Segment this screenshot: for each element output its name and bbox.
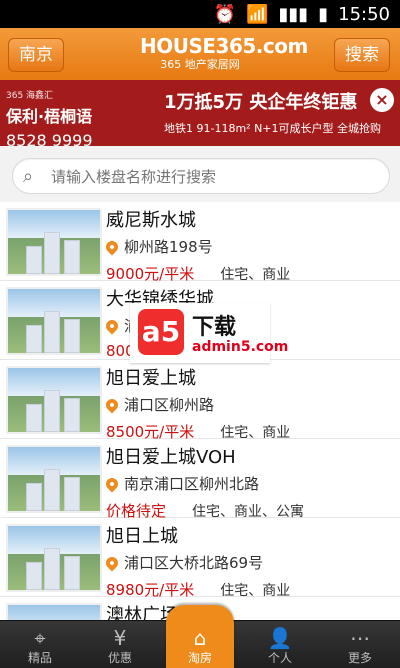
listing-content: 澳林广场: [106, 601, 390, 620]
time-text: 15:50: [338, 4, 390, 25]
listing-address-row: 浦口区柳州路: [103, 394, 390, 415]
banner-phone: 8528 9999: [6, 131, 93, 146]
banner-tiny: 365 海鑫汇: [6, 91, 54, 101]
building-shape: [44, 232, 60, 274]
tab-jingpin[interactable]: ⌖ 精品: [0, 621, 80, 668]
watermark: a5 下载 admin5.com: [130, 303, 288, 363]
listing-title: 旭日爱上城VOH: [106, 447, 236, 468]
building-shape: [26, 246, 42, 274]
more-icon: ⋯: [350, 626, 370, 650]
building-shape: [26, 404, 42, 432]
building-shape: [26, 325, 42, 353]
tab-taofang[interactable]: ⌂ 淘房: [160, 605, 240, 668]
tab-geren[interactable]: 👤 个人: [240, 621, 320, 668]
watermark-logo: a5: [138, 309, 184, 355]
battery-icon: ▮: [318, 4, 329, 25]
tab-youhui[interactable]: ¥ 优惠: [80, 621, 160, 668]
status-bar: ⏰ 📶 ▮▮▮ ▮ 15:50: [0, 0, 400, 28]
search-icon: ⌕: [23, 166, 34, 187]
location-pin-icon: [103, 396, 121, 413]
close-icon[interactable]: ×: [370, 88, 394, 112]
building-shape: [64, 319, 80, 353]
target-icon: ⌖: [34, 626, 46, 650]
building-shape: [26, 562, 42, 590]
list-item[interactable]: 旭日上城 浦口区大桥北路69号 8980元/平米 住宅、商业: [0, 518, 400, 600]
money-bag-icon: ¥: [113, 626, 127, 650]
person-icon: 👤: [267, 626, 293, 650]
tab-label: 淘房: [187, 651, 212, 665]
listing-thumbnail: [6, 603, 102, 620]
listing-address: 南京浦口区柳州北路: [124, 475, 260, 493]
listing-address: 浦口区柳州路: [124, 396, 215, 414]
city-button[interactable]: 南京: [8, 38, 64, 72]
signal-icon: ▮▮▮: [278, 4, 309, 25]
banner-headline: 1万抵5万 央企年终钜惠: [164, 92, 358, 113]
listing-title: 旭日爱上城: [106, 368, 196, 389]
alarm-icon: ⏰: [213, 4, 237, 25]
listing-thumbnail: [6, 287, 102, 355]
brand-name: HOUSE365.com: [140, 34, 308, 58]
building-shape: [44, 390, 60, 432]
listing-title: 威尼斯水城: [106, 210, 196, 231]
tab-label: 个人: [267, 651, 292, 665]
listing-title: 旭日上城: [106, 526, 178, 547]
brand-logo: HOUSE365.com 365 地产家居网: [140, 34, 308, 72]
house-search-icon: ⌂: [193, 626, 207, 650]
banner-right: 1万抵5万 央企年终钜惠 地铁1 91-118m² N+1可成长户型 全城抢购: [164, 88, 381, 136]
listing-title: 澳林广场: [106, 605, 178, 620]
listing-address: 柳州路198号: [124, 238, 213, 256]
listing-address-row: 南京浦口区柳州北路: [103, 473, 390, 494]
sky-shape: [8, 605, 100, 620]
listing-content: 旭日爱上城 浦口区柳州路 8500元/平米 住宅、商业: [103, 364, 390, 442]
tab-label: 更多: [347, 651, 372, 665]
search-input[interactable]: [49, 165, 373, 189]
location-pin-icon: [103, 554, 121, 571]
wifi-icon: 📶: [246, 4, 269, 25]
tab-gengduo[interactable]: ⋯ 更多: [320, 621, 400, 668]
banner-brand: 保利·梧桐语: [6, 107, 93, 126]
location-pin-icon: [103, 475, 121, 492]
building-shape: [64, 477, 80, 511]
listing-thumbnail: [6, 445, 102, 513]
building-shape: [64, 398, 80, 432]
listing-content: 旭日上城 浦口区大桥北路69号 8980元/平米 住宅、商业: [103, 522, 390, 600]
search-box: ⌕: [12, 158, 390, 194]
building-shape: [44, 311, 60, 353]
building-shape: [44, 548, 60, 590]
building-shape: [64, 556, 80, 590]
watermark-title: 下载: [192, 315, 237, 340]
location-pin-icon: [103, 238, 121, 255]
watermark-url: admin5.com: [192, 339, 289, 355]
promo-banner[interactable]: 365 海鑫汇 保利·梧桐语 8528 9999 1万抵5万 央企年终钜惠 地铁…: [0, 80, 400, 146]
list-item[interactable]: 旭日爱上城VOH 南京浦口区柳州北路 价格待定 住宅、商业、公寓: [0, 439, 400, 521]
listing-address-row: 柳州路198号: [103, 236, 390, 257]
top-bar: 南京 HOUSE365.com 365 地产家居网 搜索: [0, 28, 400, 80]
listing-content: 威尼斯水城 柳州路198号 9000元/平米 住宅、商业: [103, 206, 390, 284]
search-button[interactable]: 搜索: [334, 38, 390, 72]
banner-subline: 地铁1 91-118m² N+1可成长户型 全城抢购: [164, 122, 382, 135]
list-item[interactable]: 威尼斯水城 柳州路198号 9000元/平米 住宅、商业: [0, 202, 400, 284]
banner-left: 365 海鑫汇 保利·梧桐语 8528 9999: [6, 88, 93, 146]
list-item[interactable]: 旭日爱上城 浦口区柳州路 8500元/平米 住宅、商业: [0, 360, 400, 442]
listing-list: 威尼斯水城 柳州路198号 9000元/平米 住宅、商业 大华锦绣华城 浦: [0, 202, 400, 620]
building-shape: [64, 240, 80, 274]
status-icons: ⏰ 📶 ▮▮▮ ▮ 15:50: [214, 4, 390, 25]
location-pin-icon: [103, 317, 121, 334]
listing-thumbnail: [6, 366, 102, 434]
building-shape: [26, 483, 42, 511]
listing-address: 浦口区大桥北路69号: [124, 554, 264, 572]
tab-label: 精品: [27, 651, 52, 665]
listing-address-row: 浦口区大桥北路69号: [103, 552, 390, 573]
tab-label: 优惠: [107, 651, 132, 665]
search-area: ⌕: [0, 146, 400, 203]
brand-subtitle: 365 地产家居网: [160, 58, 240, 71]
listing-thumbnail: [6, 208, 102, 276]
listing-thumbnail: [6, 524, 102, 592]
bottom-tab-bar: ⌖ 精品 ¥ 优惠 ⌂ 淘房 👤 个人 ⋯ 更多: [0, 605, 400, 668]
listing-content: 旭日爱上城VOH 南京浦口区柳州北路 价格待定 住宅、商业、公寓: [103, 443, 390, 521]
building-shape: [44, 469, 60, 511]
